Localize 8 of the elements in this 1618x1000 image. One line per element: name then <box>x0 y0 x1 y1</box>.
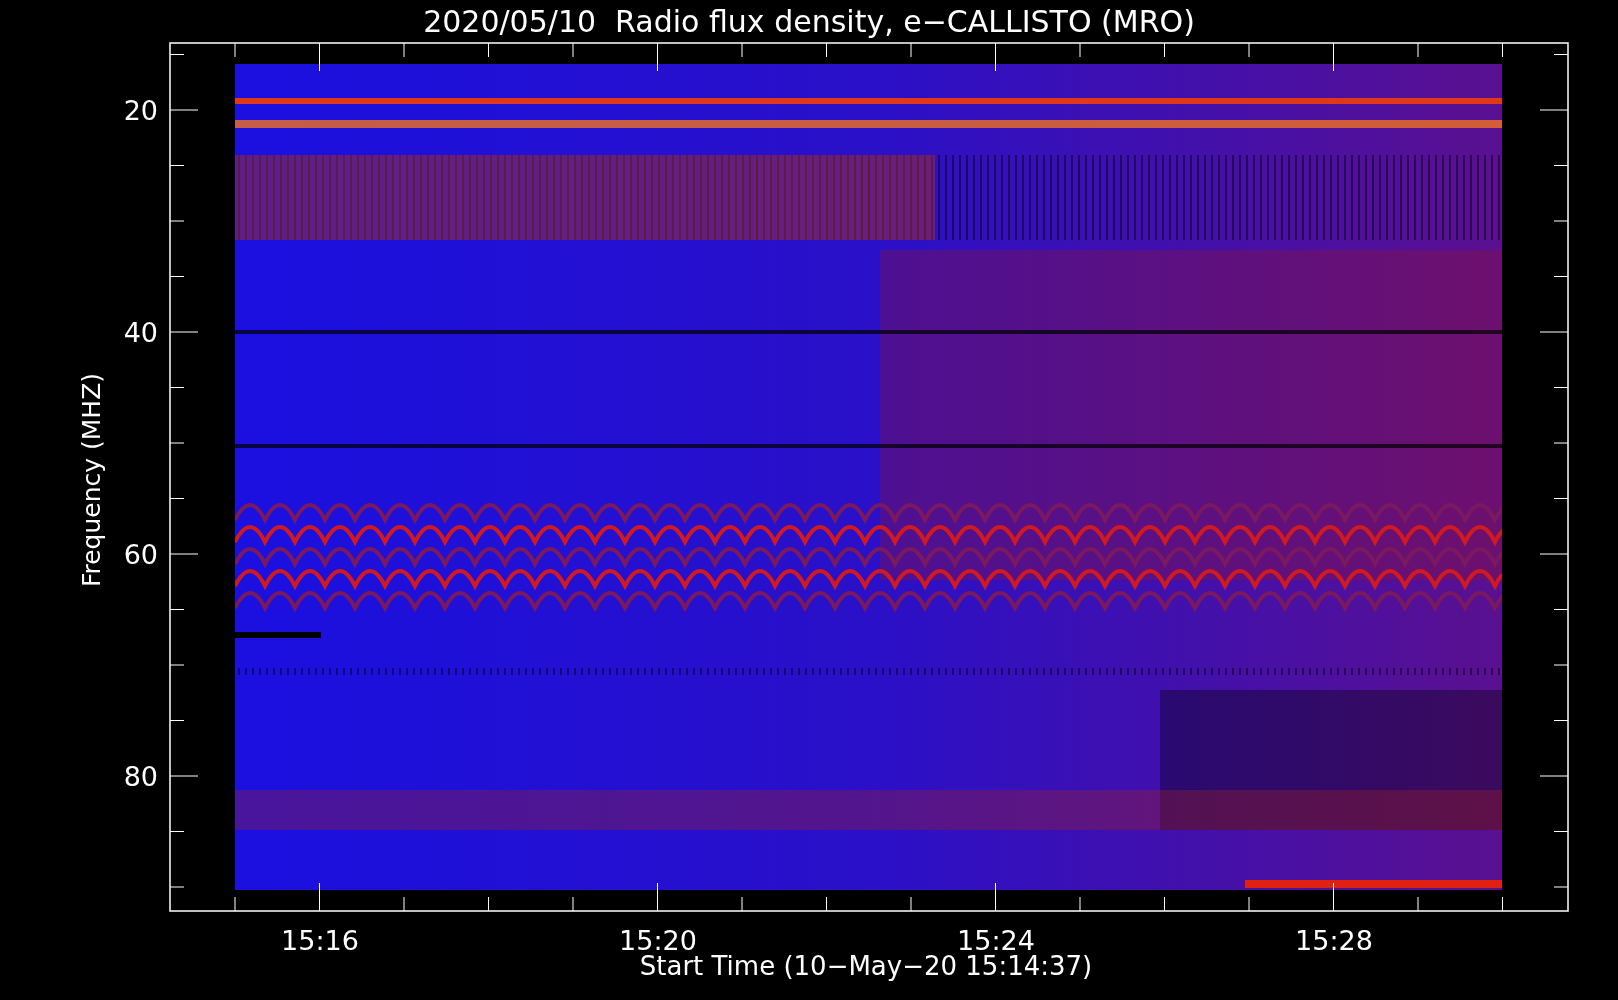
y-axis-label: Frequency (MHZ) <box>77 372 106 588</box>
y-tick-label: 60 <box>123 539 158 570</box>
y-tick-label: 40 <box>123 317 158 348</box>
y-tick-label: 80 <box>123 761 158 792</box>
x-tick-label: 15:28 <box>1295 925 1373 956</box>
y-tick-label: 20 <box>123 95 158 126</box>
x-tick-label: 15:16 <box>281 925 359 956</box>
chart-title: 2020/05/10 Radio flux density, e−CALLISTO (MRO) <box>423 4 1195 39</box>
